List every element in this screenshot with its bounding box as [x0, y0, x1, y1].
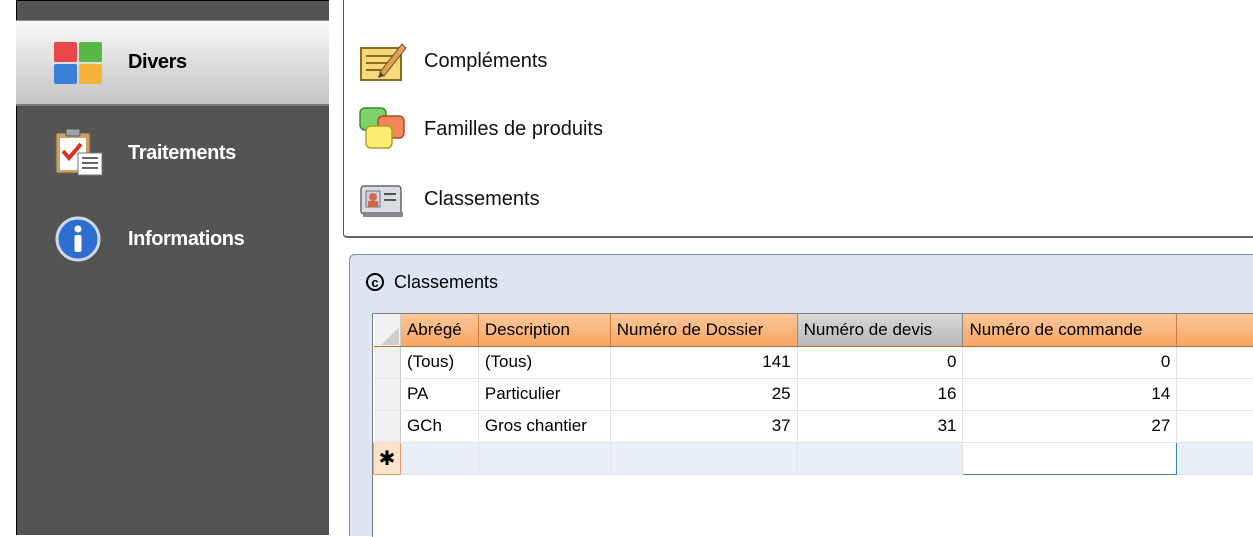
column-header-numero-dossier[interactable]: Numéro de Dossier: [610, 314, 797, 346]
cell-devis[interactable]: 31: [797, 410, 963, 442]
c-circle-icon: c: [366, 273, 384, 291]
cell-commande[interactable]: 14: [963, 378, 1177, 410]
notepad-pencil-icon: [358, 38, 408, 84]
id-card-icon: [358, 176, 408, 222]
column-header-numero-commande[interactable]: Numéro de commande: [963, 314, 1177, 346]
sidebar-item-divers[interactable]: Divers: [16, 20, 329, 106]
menu-item-label: Familles de produits: [424, 118, 603, 141]
new-cell-devis[interactable]: [797, 442, 963, 474]
menu-item-complements[interactable]: Compléments: [358, 36, 547, 86]
column-header-description[interactable]: Description: [478, 314, 610, 346]
table-row[interactable]: PA Particulier 25 16 14: [374, 378, 1253, 410]
column-header-abrege[interactable]: Abrégé: [400, 314, 478, 346]
cell-description[interactable]: Particulier: [478, 378, 610, 410]
row-header[interactable]: [374, 410, 401, 442]
menu-item-familles-de-produits[interactable]: Familles de produits: [358, 104, 603, 154]
new-row[interactable]: ✱: [374, 442, 1253, 474]
classements-window: c Classements Abrégé Description Numéro …: [349, 254, 1253, 536]
cell-abrege[interactable]: (Tous): [400, 346, 478, 378]
menu-item-classements[interactable]: Classements: [358, 174, 540, 224]
data-grid: Abrégé Description Numéro de Dossier Num…: [372, 313, 1253, 537]
window-title: Classements: [394, 272, 498, 293]
sidebar-item-informations[interactable]: Informations: [16, 196, 329, 282]
new-cell-description[interactable]: [478, 442, 610, 474]
menu-item-label: Compléments: [424, 50, 547, 73]
window-title-bar: c Classements: [366, 269, 498, 295]
clipboard-checklist-icon: [52, 127, 104, 179]
new-row-asterisk-icon[interactable]: ✱: [374, 442, 401, 474]
select-all-corner[interactable]: [374, 314, 401, 346]
cell-devis[interactable]: 16: [797, 378, 963, 410]
new-cell-abrege[interactable]: [400, 442, 478, 474]
sidebar: Divers Traitements Informations: [0, 0, 329, 535]
new-cell-dossier[interactable]: [610, 442, 797, 474]
cell-commande[interactable]: 27: [963, 410, 1177, 442]
cell-devis[interactable]: 0: [797, 346, 963, 378]
menu-panel: Compléments Familles de produits Classem…: [343, 0, 1253, 238]
sidebar-item-traitements[interactable]: Traitements: [16, 110, 329, 196]
column-header-empty: [1177, 314, 1253, 346]
colored-grid-icon: [52, 40, 104, 86]
sidebar-item-label: Divers: [128, 51, 187, 74]
new-cell-empty: [1177, 442, 1253, 474]
cell-dossier[interactable]: 37: [610, 410, 797, 442]
grid-table: Abrégé Description Numéro de Dossier Num…: [373, 314, 1253, 475]
corner-triangle-icon: [379, 325, 399, 345]
row-header[interactable]: [374, 346, 401, 378]
cell-description[interactable]: (Tous): [478, 346, 610, 378]
overlapping-squares-icon: [358, 106, 408, 152]
sidebar-item-label: Informations: [128, 228, 244, 251]
table-row[interactable]: (Tous) (Tous) 141 0 0: [374, 346, 1253, 378]
cell-empty: [1177, 378, 1253, 410]
info-icon: [52, 216, 104, 262]
cell-dossier[interactable]: 25: [610, 378, 797, 410]
cell-abrege[interactable]: PA: [400, 378, 478, 410]
cell-abrege[interactable]: GCh: [400, 410, 478, 442]
row-header[interactable]: [374, 378, 401, 410]
cell-empty: [1177, 346, 1253, 378]
table-row[interactable]: GCh Gros chantier 37 31 27: [374, 410, 1253, 442]
cell-commande[interactable]: 0: [963, 346, 1177, 378]
sidebar-item-label: Traitements: [128, 142, 236, 165]
cell-dossier[interactable]: 141: [610, 346, 797, 378]
cell-description[interactable]: Gros chantier: [478, 410, 610, 442]
cell-empty: [1177, 410, 1253, 442]
new-cell-commande-editing[interactable]: [963, 442, 1177, 474]
column-header-numero-devis[interactable]: Numéro de devis: [797, 314, 963, 346]
menu-item-label: Classements: [424, 188, 540, 211]
